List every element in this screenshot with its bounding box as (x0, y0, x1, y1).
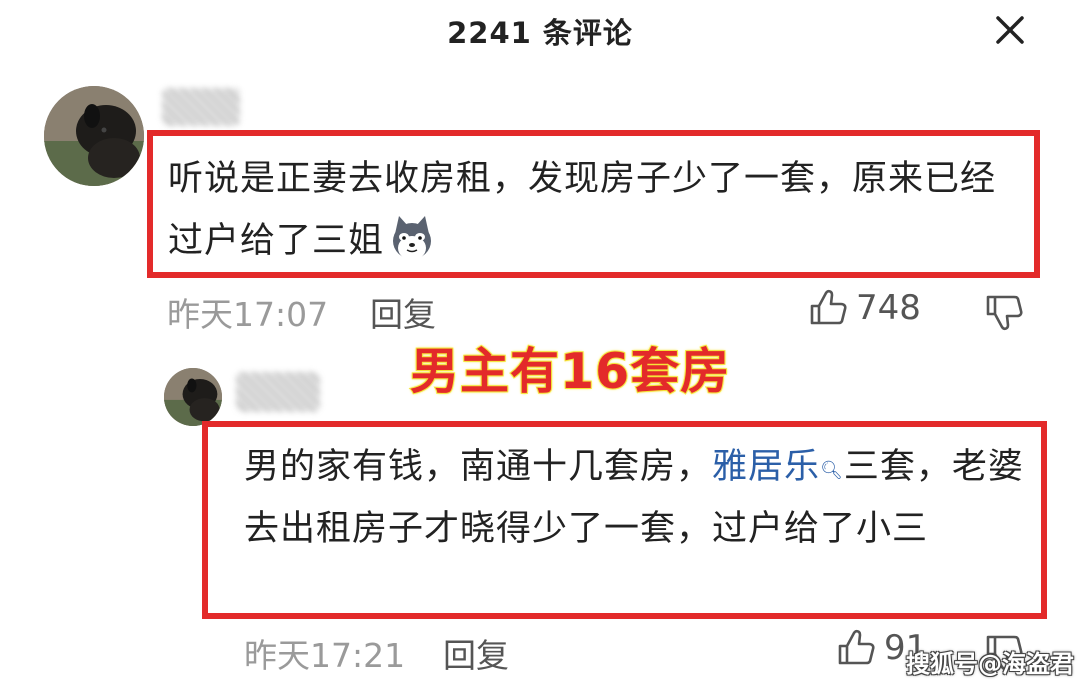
thumbs-up-icon (838, 629, 875, 665)
watermark: 搜狐号@海盗君 (906, 650, 1074, 678)
search-icon: 🔍︎ (820, 460, 844, 481)
avatar[interactable] (164, 368, 222, 426)
avatar[interactable] (44, 86, 144, 186)
overlay-caption: 男主有16套房 (409, 342, 731, 401)
comment-body-start: 男的家有钱，南通十几套房， (244, 447, 713, 487)
comment-timestamp: 昨天17:21 (244, 636, 406, 675)
thumbs-up-icon (810, 289, 847, 325)
comment-text: 听说是正妻去收房租，发现房子少了一套，原来已经过户给了三姐 (168, 148, 1028, 272)
dislike-button[interactable] (984, 292, 1024, 332)
comment-body: 听说是正妻去收房租，发现房子少了一套，原来已经过户给了三姐 (168, 159, 997, 261)
reply-button[interactable]: 回复 (370, 288, 436, 336)
search-link[interactable]: 雅居乐🔍︎ (712, 447, 844, 487)
like-count: 748 (856, 288, 921, 328)
link-text: 雅居乐 (712, 447, 821, 487)
username-redacted (236, 372, 320, 412)
like-button[interactable]: 748 (808, 288, 921, 328)
comments-header-title: 2241 条评论 (447, 16, 633, 50)
reply-button[interactable]: 回复 (443, 629, 509, 677)
thumbs-down-icon (986, 295, 1023, 331)
username-redacted (162, 88, 240, 126)
close-button[interactable] (988, 8, 1032, 52)
comment-timestamp: 昨天17:07 (167, 295, 329, 334)
dog-emoji-icon (386, 212, 438, 264)
close-icon (996, 16, 1024, 44)
comment-text: 男的家有钱，南通十几套房，雅居乐🔍︎三套，老婆去出租房子才晓得少了一套，过户给了… (244, 436, 1034, 560)
